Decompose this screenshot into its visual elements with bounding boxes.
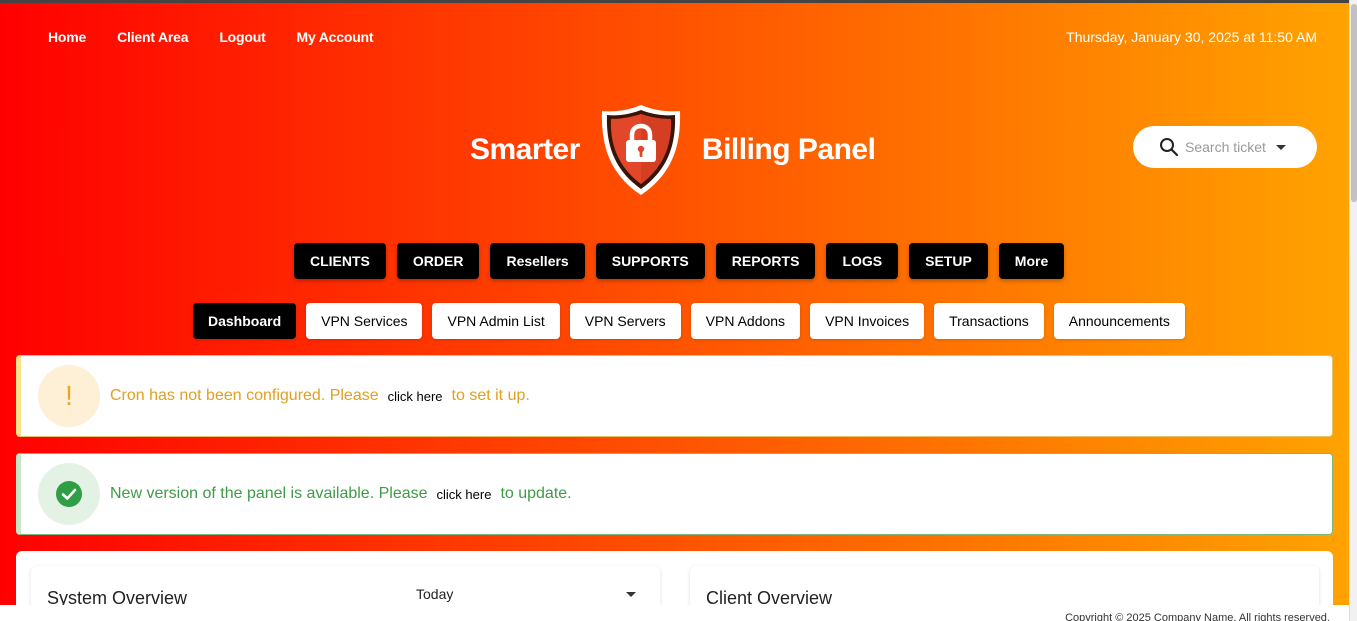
cron-text-before: Cron has not been configured. Please <box>110 387 379 404</box>
nav-logout[interactable]: Logout <box>219 29 265 45</box>
menu-setup[interactable]: SETUP <box>909 243 988 279</box>
menu-logs[interactable]: LOGS <box>826 243 899 279</box>
search-icon <box>1160 138 1179 157</box>
menu-resellers[interactable]: Resellers <box>490 243 585 279</box>
tab-announcements[interactable]: Announcements <box>1053 303 1185 339</box>
chevron-down-icon[interactable] <box>1275 145 1286 150</box>
update-text-after: to update. <box>500 485 572 502</box>
cron-click-here-link[interactable]: click here <box>388 389 443 404</box>
footer: Copyright © 2025 Company Name. All right… <box>0 605 1357 621</box>
padlock-shield-icon <box>601 105 680 195</box>
nav-my-account[interactable]: My Account <box>297 29 374 45</box>
update-click-here-link[interactable]: click here <box>437 487 492 502</box>
period-select[interactable]: Today <box>416 586 453 602</box>
menu-supports[interactable]: SUPPORTS <box>595 243 705 279</box>
tab-vpn-servers[interactable]: VPN Servers <box>569 303 681 339</box>
tab-vpn-invoices[interactable]: VPN Invoices <box>810 303 925 339</box>
top-nav: Home Client Area Logout My Account <box>48 29 404 45</box>
top-strip <box>0 0 1349 3</box>
search-ticket-box[interactable]: Search ticket <box>1133 126 1317 168</box>
nav-client-area[interactable]: Client Area <box>117 29 188 45</box>
tab-vpn-services[interactable]: VPN Services <box>306 303 423 339</box>
warning-icon: ! <box>38 365 100 427</box>
menu-more[interactable]: More <box>998 243 1065 279</box>
menu-clients[interactable]: CLIENTS <box>294 243 386 279</box>
update-available-alert: New version of the panel is available. P… <box>16 453 1333 535</box>
chevron-down-icon[interactable] <box>626 592 636 597</box>
brand-logo[interactable]: Smarter Billing Panel <box>470 102 876 198</box>
scrollbar-thumb[interactable] <box>1351 4 1357 202</box>
menu-reports[interactable]: REPORTS <box>715 243 816 279</box>
page-background: Home Client Area Logout My Account Thurs… <box>0 0 1349 621</box>
cron-warning-message: Cron has not been configured. Please cli… <box>110 387 530 405</box>
tab-vpn-addons[interactable]: VPN Addons <box>690 303 801 339</box>
current-datetime: Thursday, January 30, 2025 at 11:50 AM <box>1066 29 1317 45</box>
check-circle-icon <box>56 481 82 507</box>
brand-word-right: Billing Panel <box>701 133 876 166</box>
update-message: New version of the panel is available. P… <box>110 485 572 503</box>
nav-home[interactable]: Home <box>48 29 86 45</box>
search-placeholder: Search ticket <box>1185 139 1266 155</box>
cron-warning-alert: ! Cron has not been configured. Please c… <box>16 355 1333 437</box>
copyright-text: Copyright © 2025 Company Name. All right… <box>1065 612 1330 621</box>
menu-order[interactable]: ORDER <box>396 243 480 279</box>
main-menu: CLIENTS ORDER Resellers SUPPORTS REPORTS… <box>294 243 1075 279</box>
update-text-before: New version of the panel is available. P… <box>110 485 428 502</box>
brand-word-left: Smarter <box>470 133 580 166</box>
exclamation-glyph: ! <box>65 380 73 411</box>
sub-menu: Dashboard VPN Services VPN Admin List VP… <box>193 303 1195 339</box>
cron-text-after: to set it up. <box>451 387 530 404</box>
tab-vpn-admin-list[interactable]: VPN Admin List <box>432 303 560 339</box>
page-scrollbar[interactable] <box>1349 0 1357 621</box>
success-icon-wrap <box>38 463 100 525</box>
tab-transactions[interactable]: Transactions <box>934 303 1044 339</box>
tab-dashboard[interactable]: Dashboard <box>193 303 297 339</box>
